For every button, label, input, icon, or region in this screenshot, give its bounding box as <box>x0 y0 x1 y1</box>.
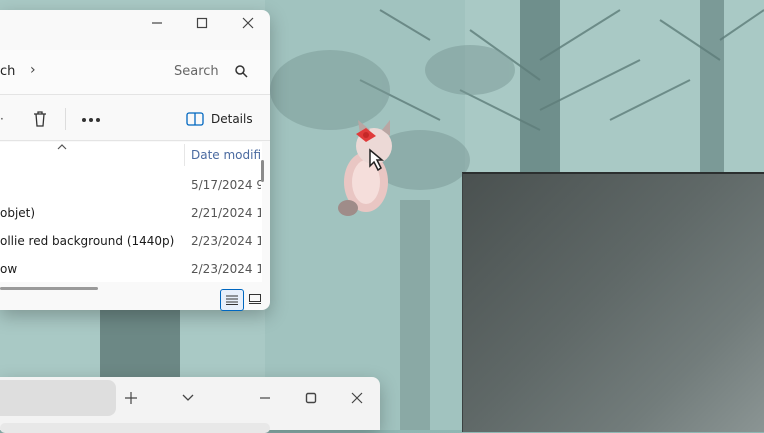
address-bar[interactable]: ch › Search <box>0 50 270 95</box>
tiles-view-icon <box>249 294 261 304</box>
browser-maximize-button[interactable] <box>298 385 324 411</box>
row-date: 5/17/2024 9: <box>191 178 261 192</box>
divider <box>65 108 66 130</box>
chevron-right-icon[interactable]: › <box>30 62 36 78</box>
row-name: ollie red background (1440p) <box>0 234 175 248</box>
plus-icon <box>125 392 137 404</box>
close-icon <box>351 392 363 404</box>
header-divider <box>184 144 185 166</box>
row-name: ow <box>0 262 18 276</box>
partial-icon[interactable]: · <box>0 112 4 126</box>
row-date: 2/21/2024 1: <box>191 206 261 220</box>
search-icon <box>235 65 248 78</box>
new-tab-button[interactable] <box>118 385 144 411</box>
maximize-icon <box>305 392 317 404</box>
table-row[interactable]: ow 2/23/2024 1: <box>0 256 262 282</box>
minimize-icon <box>152 22 162 24</box>
tiles-view-button[interactable] <box>244 289 266 309</box>
status-bar <box>0 286 270 311</box>
breadcrumb-text[interactable]: ch <box>0 64 15 79</box>
blurred-window <box>462 172 764 432</box>
search-input[interactable]: Search <box>174 64 219 79</box>
more-icon[interactable] <box>81 117 101 123</box>
address-bar[interactable] <box>0 423 270 433</box>
minimize-icon <box>260 397 270 399</box>
tab-list-button[interactable] <box>175 385 201 411</box>
trash-icon[interactable] <box>32 110 48 128</box>
table-row[interactable]: objet) 2/21/2024 1: <box>0 200 262 226</box>
details-pane-icon <box>186 112 204 126</box>
file-list: Date modifi 5/17/2024 9: objet) 2/21/202… <box>0 142 262 282</box>
row-date: 2/23/2024 1: <box>191 262 261 276</box>
cat-sticker <box>338 120 392 216</box>
row-name: objet) <box>0 206 36 220</box>
details-button[interactable]: Details <box>186 108 253 130</box>
column-header-date[interactable]: Date modifi <box>191 148 261 162</box>
chevron-down-icon <box>182 394 194 401</box>
list-view-icon <box>226 295 238 305</box>
file-explorer-window: ch › Search · Details Date modifi 5/17/2… <box>0 10 270 311</box>
maximize-button[interactable] <box>189 10 215 36</box>
command-bar: · Details <box>0 98 270 141</box>
table-row[interactable]: ollie red background (1440p) 2/23/2024 1… <box>0 228 262 254</box>
browser-minimize-button[interactable] <box>252 385 278 411</box>
table-row[interactable]: 5/17/2024 9: <box>0 172 262 198</box>
maximize-icon <box>196 17 208 29</box>
sort-up-icon[interactable] <box>57 144 67 150</box>
details-view-button[interactable] <box>220 289 244 311</box>
vertical-scrollbar[interactable] <box>261 160 264 182</box>
close-button[interactable] <box>235 10 261 36</box>
title-bar[interactable] <box>0 10 270 38</box>
search-box[interactable]: Search <box>160 58 260 84</box>
browser-window <box>0 377 380 433</box>
details-label: Details <box>211 112 253 126</box>
browser-close-button[interactable] <box>344 385 370 411</box>
row-date: 2/23/2024 1: <box>191 234 261 248</box>
browser-tab[interactable] <box>0 380 116 416</box>
minimize-button[interactable] <box>144 10 170 36</box>
close-icon <box>242 17 254 29</box>
